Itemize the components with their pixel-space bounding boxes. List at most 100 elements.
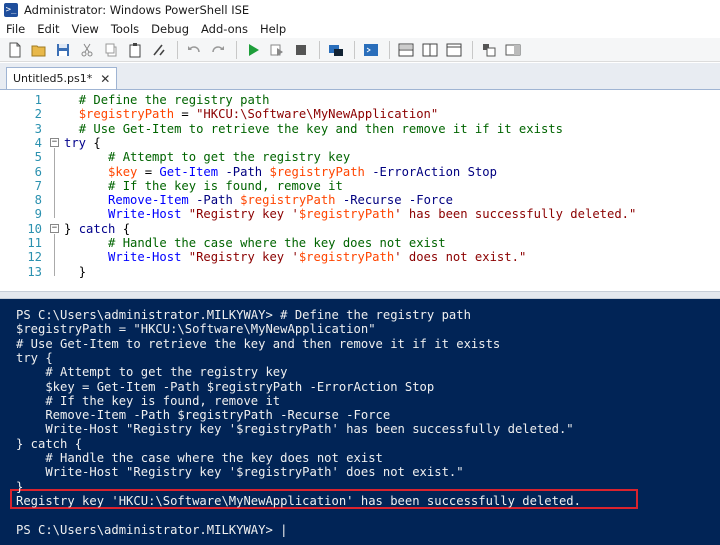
- line-number: 6: [34, 164, 42, 179]
- console-line: Remove-Item -Path $registryPath -Recurse…: [16, 408, 391, 423]
- show-command-addon-button[interactable]: [478, 39, 500, 61]
- code-token: Stop: [467, 164, 497, 179]
- line-number: 7: [34, 178, 42, 193]
- line-number: 11: [27, 236, 42, 250]
- new-file-button[interactable]: [4, 39, 26, 61]
- show-script-top-button[interactable]: [395, 39, 417, 61]
- editor-line[interactable]: 3 # Use Get-Item to retrieve the key and…: [0, 122, 720, 136]
- run-script-button[interactable]: [242, 39, 264, 61]
- run-selection-button[interactable]: [266, 39, 288, 61]
- editor-line[interactable]: 7 # If the key is found, remove it: [0, 179, 720, 193]
- console-line: # If the key is found, remove it: [16, 393, 281, 408]
- line-number: 13: [27, 264, 42, 279]
- editor-line[interactable]: 13 }: [0, 265, 720, 279]
- title-bar: >_ Administrator: Windows PowerShell ISE: [0, 0, 720, 20]
- line-number: 12: [27, 250, 42, 265]
- menu-debug[interactable]: Debug: [145, 22, 195, 36]
- show-command-window-button[interactable]: [502, 39, 524, 61]
- line-number: 2: [34, 107, 42, 122]
- code-token: -Path: [196, 193, 233, 208]
- editor-line[interactable]: 1 # Define the registry path: [0, 93, 720, 107]
- console-prompt: PS C:\Users\administrator.MILKYWAY> |: [16, 522, 288, 537]
- code-token: $registryPath: [240, 193, 336, 208]
- console-line: # Attempt to get the registry key: [16, 365, 288, 380]
- code-token: {: [86, 135, 101, 150]
- new-remote-tab-button[interactable]: [325, 39, 347, 61]
- editor-line[interactable]: 11 # Handle the case where the key does …: [0, 236, 720, 250]
- open-file-button[interactable]: [28, 39, 50, 61]
- line-number: 9: [34, 207, 42, 222]
- powershell-console-icon: [364, 43, 378, 56]
- powershell-icon: >_: [4, 3, 18, 17]
- editor-line[interactable]: 8 Remove-Item -Path $registryPath -Recur…: [0, 193, 720, 207]
- save-button[interactable]: [52, 39, 74, 61]
- menu-help[interactable]: Help: [254, 22, 292, 36]
- code-token: try: [64, 135, 87, 150]
- code-text: $key = Get-Item -Path $registryPath -Err…: [64, 165, 497, 179]
- menu-tools[interactable]: Tools: [105, 22, 145, 36]
- editor-line[interactable]: 10−} catch {: [0, 222, 720, 236]
- collapse-icon[interactable]: −: [50, 137, 59, 147]
- clear-console-icon: [153, 44, 165, 55]
- editor-line[interactable]: 9 Write-Host "Registry key '$registryPat…: [0, 207, 720, 221]
- console-line: $key = Get-Item -Path $registryPath -Err…: [16, 379, 435, 394]
- editor-line[interactable]: 2 $registryPath = "HKCU:\Software\MyNewA…: [0, 107, 720, 121]
- code-token: }: [64, 221, 79, 236]
- start-powershell-button[interactable]: [360, 39, 382, 61]
- new-file-icon: [9, 42, 21, 57]
- show-script-right-button[interactable]: [419, 39, 441, 61]
- paste-button[interactable]: [124, 39, 146, 61]
- toolbar-separator: [236, 40, 237, 59]
- pane-splitter[interactable]: [0, 291, 720, 299]
- editor-line[interactable]: 4− try {: [0, 136, 720, 150]
- collapse-icon[interactable]: −: [50, 223, 59, 233]
- toolbar-separator: [472, 40, 473, 59]
- toolbar-separator: [177, 40, 178, 59]
- clear-console-button[interactable]: [148, 39, 170, 61]
- editor-line[interactable]: 6 $key = Get-Item -Path $registryPath -E…: [0, 165, 720, 179]
- editor-line[interactable]: 5 # Attempt to get the registry key: [0, 150, 720, 164]
- console-line: $registryPath = "HKCU:\Software\MyNewApp…: [16, 322, 376, 337]
- menu-edit[interactable]: Edit: [31, 22, 65, 36]
- code-text: } catch {: [64, 222, 130, 236]
- close-icon[interactable]: ✕: [100, 73, 110, 85]
- undo-button[interactable]: [183, 39, 205, 61]
- save-icon: [57, 43, 69, 56]
- console-pane[interactable]: PS C:\Users\administrator.MILKYWAY> # De…: [0, 299, 720, 545]
- command-window-icon: [505, 44, 521, 55]
- code-token: "Registry key ': [188, 250, 299, 265]
- remote-tab-icon: [329, 44, 343, 56]
- show-script-maximized-button[interactable]: [443, 39, 465, 61]
- redo-button[interactable]: [207, 39, 229, 61]
- code-token: "Registry key ': [188, 207, 299, 222]
- code-token: =: [137, 164, 160, 179]
- editor-line[interactable]: 12 Write-Host "Registry key '$registryPa…: [0, 250, 720, 264]
- toolbar-separator: [389, 40, 390, 59]
- run-selection-icon: [270, 44, 283, 56]
- copy-button[interactable]: [100, 39, 122, 61]
- line-number: 4: [34, 135, 42, 150]
- toolbar-separator: [319, 40, 320, 59]
- code-token: -Recurse: [342, 193, 402, 208]
- code-token: # Handle the case where the key does not…: [108, 236, 446, 250]
- script-editor[interactable]: 1 # Define the registry path 2 $registryP…: [0, 90, 720, 290]
- menu-file[interactable]: File: [0, 22, 31, 36]
- code-token: # Use Get-Item to retrieve the key and t…: [78, 121, 563, 136]
- code-token: Write-Host: [108, 207, 182, 222]
- tab-untitled5[interactable]: Untitled5.ps1* ✕: [6, 67, 118, 89]
- code-token: $registryPath: [298, 207, 395, 222]
- console-line: } catch {: [16, 436, 83, 451]
- menu-add-ons[interactable]: Add-ons: [195, 22, 254, 36]
- stop-button[interactable]: [290, 39, 312, 61]
- code-token: =: [174, 107, 197, 122]
- toolbar: [0, 38, 720, 62]
- code-token: $registryPath: [298, 250, 395, 265]
- code-text: try {: [64, 136, 101, 150]
- menu-view[interactable]: View: [66, 22, 105, 36]
- cut-button[interactable]: [76, 39, 98, 61]
- console-line: }: [16, 479, 24, 494]
